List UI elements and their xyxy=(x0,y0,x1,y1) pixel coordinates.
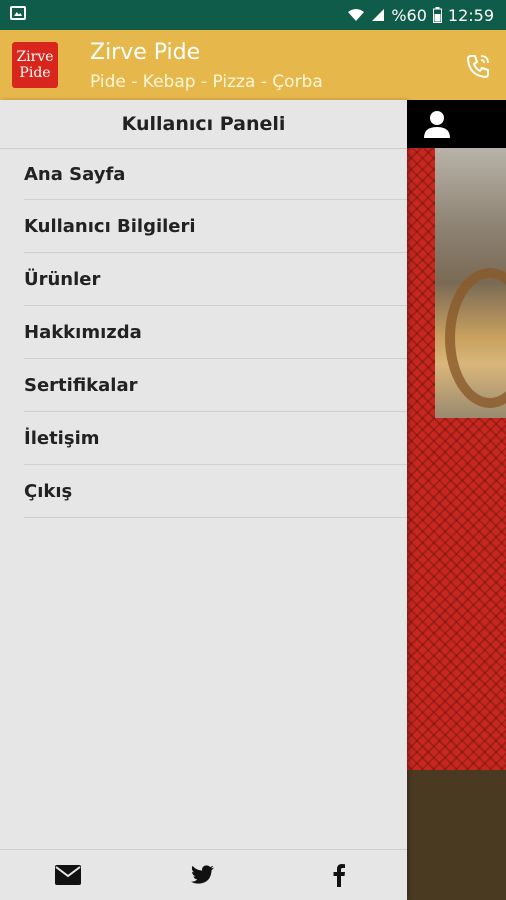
user-icon[interactable] xyxy=(421,108,453,140)
gallery-notification-icon xyxy=(10,6,26,20)
wifi-icon xyxy=(347,8,365,22)
app-bar: Zirve Pide Zirve Pide Pide - Kebap - Piz… xyxy=(0,30,506,100)
status-right: %60 12:59 xyxy=(347,0,494,30)
menu-item-iletisim[interactable]: İletişim xyxy=(24,412,407,465)
main-content xyxy=(407,100,506,900)
status-bar: %60 12:59 xyxy=(0,0,506,30)
mail-icon[interactable] xyxy=(50,857,86,893)
content-top-bar xyxy=(407,100,506,148)
menu-item-urunler[interactable]: Ürünler xyxy=(24,253,407,306)
drawer-footer xyxy=(0,849,407,900)
battery-percent: %60 xyxy=(391,5,427,25)
app-subtitle: Pide - Kebap - Pizza - Çorba xyxy=(90,72,323,92)
app-title: Zirve Pide xyxy=(90,40,201,65)
content-bottom-panel xyxy=(407,770,506,900)
menu-item-sertifikalar[interactable]: Sertifikalar xyxy=(24,359,407,412)
food-photo xyxy=(435,148,506,418)
logo-line-2: Pide xyxy=(19,65,51,81)
menu-item-ana-sayfa[interactable]: Ana Sayfa xyxy=(24,149,407,200)
phone-call-icon[interactable] xyxy=(464,52,492,80)
facebook-icon[interactable] xyxy=(321,857,357,893)
signal-icon xyxy=(371,8,385,22)
twitter-icon[interactable] xyxy=(185,857,221,893)
app-logo[interactable]: Zirve Pide xyxy=(12,42,58,88)
battery-icon xyxy=(432,7,442,23)
drawer-header: Kullanıcı Paneli xyxy=(0,100,407,149)
menu-item-cikis[interactable]: Çıkış xyxy=(24,465,407,518)
menu-item-hakkimizda[interactable]: Hakkımızda xyxy=(24,306,407,359)
menu-item-kullanici-bilgileri[interactable]: Kullanıcı Bilgileri xyxy=(24,200,407,253)
drawer-menu: Ana Sayfa Kullanıcı Bilgileri Ürünler Ha… xyxy=(0,149,407,518)
clock: 12:59 xyxy=(447,5,494,25)
navigation-drawer: Kullanıcı Paneli Ana Sayfa Kullanıcı Bil… xyxy=(0,100,407,900)
logo-line-1: Zirve xyxy=(16,49,54,65)
